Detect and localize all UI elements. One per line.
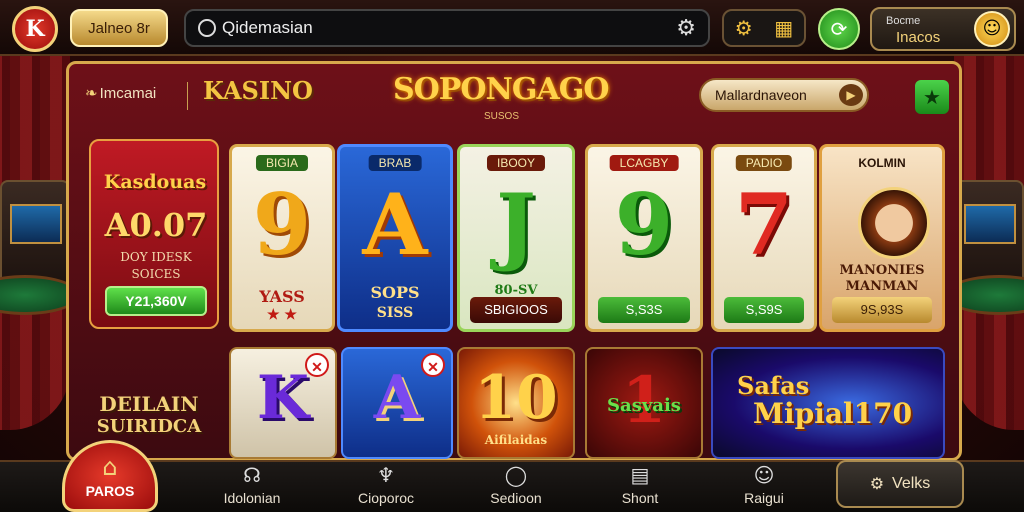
close-icon[interactable]: ✕ <box>305 353 329 377</box>
game-value: S,S9S <box>724 297 804 323</box>
page-subtitle: SUSOS <box>484 111 520 122</box>
tile-title: Safas <box>737 371 810 400</box>
game-tag: BRAB <box>368 155 422 171</box>
wallet-label: Bocme <box>886 15 921 27</box>
bird-icon: ♆ <box>377 463 395 487</box>
game-tile-a[interactable]: A ✕ <box>341 347 453 459</box>
circle-icon: ◯ <box>504 463 528 487</box>
game-symbol: 9 <box>614 175 674 274</box>
favorite-star-icon[interactable]: ★ <box>915 80 949 114</box>
search-icon <box>198 19 216 37</box>
gear-icon[interactable]: ⚙ <box>735 16 753 40</box>
game-tile-k[interactable]: K ✕ <box>229 347 337 459</box>
wallet-value: Inacos <box>896 29 941 46</box>
grid-icon[interactable]: ▦ <box>774 16 793 40</box>
game-card-7[interactable]: PADIO 7 S,S9S <box>711 144 817 332</box>
game-tag: LCAGBY <box>609 155 679 171</box>
nav-item-shont[interactable]: ▤ Shont <box>580 462 700 507</box>
promo-card[interactable]: Kasdouas A0.07 DOY IDESK SOICES Y21,360V <box>89 139 219 329</box>
game-symbol: J <box>496 175 536 274</box>
banner-subtitle: SUIRIDCA <box>96 416 202 437</box>
refresh-icon: ⟳ <box>830 17 848 41</box>
game-card-a[interactable]: BRAB A SOPS SISS <box>337 144 453 332</box>
nav-item-raigui[interactable]: ☺ Raigui <box>704 462 824 507</box>
tile-subtitle: Mipial170 <box>753 397 913 430</box>
nav-item-idolonian[interactable]: ☊ Idolonian <box>192 462 312 507</box>
promo-value: A0.07 <box>104 206 208 244</box>
promo-text: DOY IDESK SOICES <box>120 250 192 281</box>
home-icon: ⌂ <box>102 453 118 481</box>
nav-label: Idolonian <box>223 490 281 506</box>
toolbar-icon-group: ⚙ ▦ <box>722 9 806 47</box>
game-label: MANONIES MANMAN <box>839 263 925 294</box>
divider <box>187 82 188 110</box>
game-card-character[interactable]: KOLMIN MANONIES MANMAN 9S,93S <box>819 144 945 332</box>
game-symbol: A <box>362 175 428 274</box>
app-logo[interactable]: K <box>12 6 58 52</box>
tile-symbol: 10 <box>474 363 558 433</box>
nav-label: Cioporoc <box>357 490 415 506</box>
game-tile-mipial[interactable]: Safas Mipial170 <box>711 347 945 459</box>
game-sublabel: SISS <box>376 305 414 321</box>
settings-button[interactable]: ⚙ Velks <box>836 460 964 508</box>
character-avatar <box>858 187 930 259</box>
provider-label: Mallardnaveon <box>715 87 807 103</box>
game-symbol: 9 <box>252 175 312 274</box>
slot-machine-decoration <box>954 180 1024 290</box>
game-tag: IBOOY <box>486 155 546 171</box>
promo-title: Kasdouas <box>103 171 207 193</box>
refresh-button[interactable]: ⟳ <box>818 8 860 50</box>
casino-app: K Jalneo 8r ⚙ ⚙ ▦ ⟳ Bocme Inacos ☺ ❧Imca… <box>0 0 1024 512</box>
nav-label: Sedioon <box>490 490 542 506</box>
nav-home-label: PAROS <box>85 483 135 499</box>
game-card-j[interactable]: IBOOY J 80-SV SBIGIOOS <box>457 144 575 332</box>
stars-icon: ★ ★ <box>267 307 297 323</box>
top-bar: K Jalneo 8r ⚙ ⚙ ▦ ⟳ Bocme Inacos ☺ <box>0 0 1024 56</box>
game-lobby-panel: ❧ Imcamai KASINO SOPONGAGO SUSOS Mallardn… <box>66 61 962 461</box>
arrow-right-icon: ▶ <box>839 84 863 106</box>
game-symbol: 7 <box>734 175 794 274</box>
headset-icon: ☊ <box>243 463 261 487</box>
game-tag: KOLMIN <box>858 156 906 170</box>
game-label: 80-SV <box>494 283 538 298</box>
wallet-button[interactable]: Bocme Inacos ☺ <box>870 7 1016 51</box>
tile-label: Aifilaidas <box>484 433 548 447</box>
nav-label: Shont <box>621 490 659 506</box>
panel-category-label: Imcamai <box>99 85 157 102</box>
page-title: SOPONGAGO <box>393 72 610 107</box>
game-tag: BIGIA <box>255 155 309 171</box>
avatar-icon: ☺ <box>974 11 1010 47</box>
tile-label: Sasvais <box>607 395 681 416</box>
provider-select-button[interactable]: Mallardnaveon ▶ <box>699 78 869 112</box>
user-button[interactable]: Jalneo 8r <box>70 9 168 47</box>
game-value: S,S3S <box>598 297 690 323</box>
gear-icon: ⚙ <box>869 476 885 493</box>
game-tile-sasvais[interactable]: 1 Sasvais <box>585 347 703 459</box>
panel-category[interactable]: ❧ Imcamai <box>85 84 156 102</box>
game-tag: PADIO <box>735 155 793 171</box>
user-icon: ☺ <box>753 463 775 487</box>
search-input[interactable] <box>222 18 677 38</box>
nav-item-cioporoc[interactable]: ♆ Cioporoc <box>326 462 446 507</box>
slot-machine-decoration <box>0 180 70 290</box>
gear-icon[interactable]: ⚙ <box>676 16 696 41</box>
banner-title: DEILAIN <box>99 392 199 416</box>
kasino-logo: KASINO <box>203 76 313 105</box>
close-icon[interactable]: ✕ <box>421 353 445 377</box>
promo-button[interactable]: Y21,360V <box>105 286 207 316</box>
game-card-9b[interactable]: LCAGBY 9 S,S3S <box>585 144 703 332</box>
leaf-icon: ❧ <box>85 85 98 102</box>
nav-label: Raigui <box>744 490 784 506</box>
document-icon: ▤ <box>630 463 650 487</box>
game-card-9[interactable]: BIGIA 9 YASS ★ ★ <box>229 144 335 332</box>
game-label: SOPS <box>370 283 420 302</box>
settings-label: Velks <box>892 475 931 492</box>
game-label: YASS <box>259 287 305 306</box>
game-value: 9S,93S <box>832 297 932 323</box>
game-value: SBIGIOOS <box>470 297 562 323</box>
search-bar[interactable]: ⚙ <box>184 9 710 47</box>
nav-item-sedioon[interactable]: ◯ Sedioon <box>456 462 576 507</box>
game-tile-10[interactable]: 10 Aifilaidas <box>457 347 575 459</box>
